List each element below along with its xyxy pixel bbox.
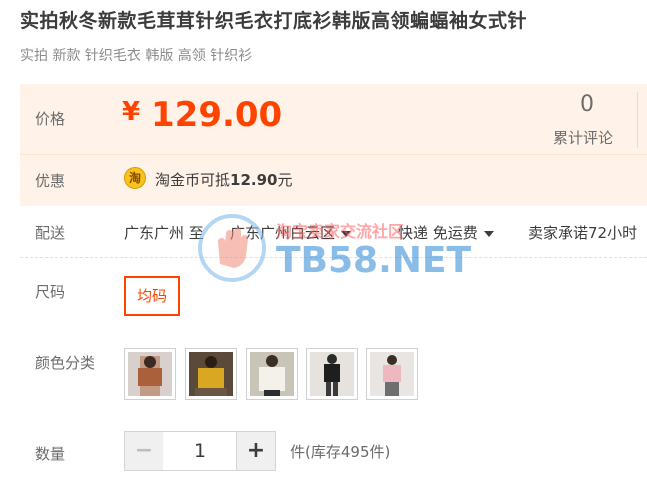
delivery-label: 配送: [35, 224, 66, 242]
delivery-promise: 卖家承诺72小时: [528, 224, 638, 242]
promo-label: 优惠: [35, 172, 66, 190]
watermark-big-text: TB58.NET: [276, 240, 472, 281]
size-label: 尺码: [35, 283, 66, 301]
promo-text-suffix: 元: [277, 171, 293, 189]
chevron-down-icon: [341, 230, 352, 237]
price-panel: 价格 ¥ 129.00 0 累计评论 优惠 淘 淘金币可抵12.90元: [20, 84, 647, 206]
quantity-label: 数量: [35, 445, 66, 463]
yellow-sweater-thumb: [189, 352, 233, 396]
taojinbi-coin-icon: 淘: [124, 167, 146, 189]
quantity-increase-button[interactable]: +: [236, 431, 276, 471]
pink-sweater-thumb: [370, 352, 414, 396]
black-outfit-thumb: [310, 352, 354, 396]
color-option-thumb-3[interactable]: [246, 348, 298, 400]
product-title: 实拍秋冬新款毛茸茸针织毛衣打底衫韩版高领蝙蝠袖女式针: [20, 10, 528, 32]
size-option-button[interactable]: 均码: [124, 276, 180, 316]
delivery-method: 快递 免运费: [398, 224, 478, 242]
price-value: 129.00: [151, 95, 283, 135]
quantity-input[interactable]: 1: [163, 431, 237, 471]
price-panel-divider: [20, 154, 647, 155]
stock-text: 件(库存495件): [290, 443, 391, 461]
delivery-divider: [20, 257, 647, 258]
promo-amount: 12.90: [230, 171, 278, 189]
delivery-from: 广东广州 至: [124, 224, 204, 242]
review-count[interactable]: 0: [580, 92, 594, 117]
review-divider: [637, 92, 638, 148]
color-label: 颜色分类: [35, 354, 96, 372]
currency-symbol: ¥: [122, 97, 141, 127]
promo-text-prefix: 淘金币可抵: [155, 171, 231, 189]
white-sweater-thumb: [250, 352, 294, 396]
review-label[interactable]: 累计评论: [553, 127, 613, 148]
color-option-thumb-2[interactable]: [185, 348, 237, 400]
color-option-thumb-4[interactable]: [306, 348, 358, 400]
delivery-destination-select[interactable]: 广东广州白云区: [230, 222, 352, 243]
product-subtitle: 实拍 新款 针织毛衣 韩版 高领 针织衫: [20, 48, 253, 64]
delivery-method-select[interactable]: 快递 免运费: [398, 222, 494, 243]
promo-text: 淘金币可抵12.90元: [155, 169, 292, 190]
color-option-thumb-5[interactable]: [366, 348, 418, 400]
price-label: 价格: [35, 110, 66, 128]
quantity-decrease-button[interactable]: −: [124, 431, 164, 471]
color-option-thumb-1[interactable]: [124, 348, 176, 400]
chevron-down-icon: [483, 230, 494, 237]
delivery-destination: 广东广州白云区: [230, 224, 336, 242]
brown-sweater-thumb: [128, 352, 172, 396]
